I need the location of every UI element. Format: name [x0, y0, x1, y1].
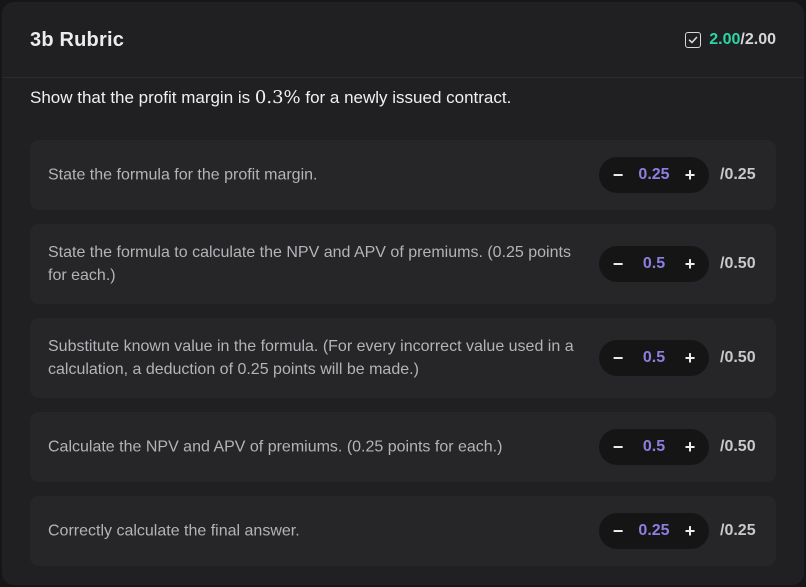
- increment-button[interactable]: +: [683, 157, 697, 193]
- points-stepper: − 0.25 +: [599, 513, 709, 549]
- score-earned: 2.00: [709, 31, 741, 48]
- decrement-button[interactable]: −: [611, 340, 625, 376]
- rubric-panel: 3b Rubric 2.00/2.00 Show that the profit…: [2, 2, 804, 585]
- increment-button[interactable]: +: [683, 429, 697, 465]
- points-value[interactable]: 0.5: [643, 438, 665, 456]
- points-max: /0.50: [720, 438, 756, 455]
- rubric-item-text: Correctly calculate the final answer.: [48, 522, 300, 540]
- points-max: /0.50: [720, 255, 756, 272]
- points-value[interactable]: 0.25: [638, 522, 669, 540]
- rubric-title: 3b Rubric: [30, 29, 125, 51]
- points-stepper: − 0.5 +: [599, 429, 709, 465]
- rubric-item-text: State the formula for the profit margin.: [48, 166, 318, 184]
- points-value[interactable]: 0.5: [643, 255, 665, 273]
- decrement-button[interactable]: −: [611, 157, 625, 193]
- rubric-item: Correctly calculate the final answer. − …: [30, 496, 776, 566]
- increment-button[interactable]: +: [683, 246, 697, 282]
- rubric-item-text: Calculate the NPV and APV of premiums. (…: [48, 438, 503, 456]
- question-math: 0.3%: [254, 87, 301, 108]
- rubric-item: State the formula to calculate the NPV a…: [30, 224, 776, 304]
- points-max: /0.25: [720, 166, 756, 183]
- decrement-button[interactable]: −: [611, 513, 625, 549]
- rubric-item-text: State the formula to calculate the NPV a…: [48, 244, 571, 284]
- rubric-item: Substitute known value in the formula. (…: [30, 318, 776, 398]
- decrement-button[interactable]: −: [611, 246, 625, 282]
- points-max: /0.25: [720, 522, 756, 539]
- points-stepper: − 0.25 +: [599, 157, 709, 193]
- increment-button[interactable]: +: [683, 340, 697, 376]
- points-max: /0.50: [720, 349, 756, 366]
- checkbox-checked-icon: [685, 32, 702, 48]
- question-text: Show that the profit margin is 0.3% for …: [30, 87, 512, 108]
- decrement-button[interactable]: −: [611, 429, 625, 465]
- score-total: /2.00: [740, 31, 776, 48]
- rubric-item: Calculate the NPV and APV of premiums. (…: [30, 412, 776, 482]
- rubric-header: 3b Rubric 2.00/2.00: [2, 2, 804, 78]
- rubric-item: State the formula for the profit margin.…: [30, 140, 776, 210]
- points-value[interactable]: 0.5: [643, 349, 665, 367]
- points-stepper: − 0.5 +: [599, 246, 709, 282]
- points-stepper: − 0.5 +: [599, 340, 709, 376]
- rubric-item-text: Substitute known value in the formula. (…: [48, 338, 574, 378]
- points-value[interactable]: 0.25: [638, 166, 669, 184]
- total-score: 2.00/2.00: [685, 31, 776, 49]
- increment-button[interactable]: +: [683, 513, 697, 549]
